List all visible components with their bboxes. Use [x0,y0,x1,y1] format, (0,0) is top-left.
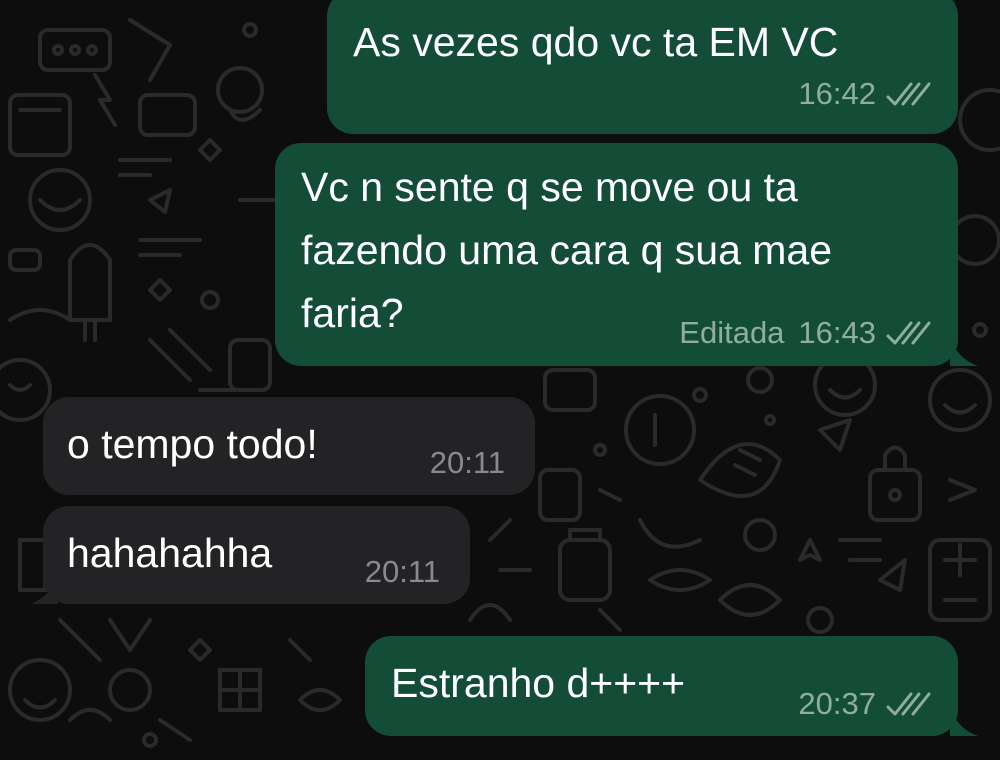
message-meta: 20:37 [798,686,932,722]
message-time: 20:11 [364,554,440,589]
message-time: 20:37 [798,686,876,721]
message-time: 16:42 [798,76,876,111]
message-text-line: fazendo uma cara q sua mae [301,227,833,273]
message-text-line: Vc n sente q se move ou ta [301,164,798,210]
message-meta: 20:11 [365,554,440,590]
chat-view[interactable]: As vezes qdo vc ta EM VC 16:42 Vc n sent… [0,0,1000,760]
message-bubble-outgoing[interactable]: As vezes qdo vc ta EM VC 16:42 [327,0,958,134]
bubble-tail [950,336,978,366]
edited-label: Editada [679,315,785,350]
message-text: o tempo todo! [67,421,318,467]
message-time: 16:43 [798,315,876,350]
message-meta: 16:42 [798,76,932,112]
message-bubble-incoming[interactable]: o tempo todo! 20:11 [43,397,535,495]
message-text: Estranho d++++ [391,660,686,706]
double-check-icon [886,321,931,345]
double-check-icon [886,692,931,716]
message-text: As vezes qdo vc ta EM VC [353,19,839,65]
double-check-icon [886,82,931,106]
message-meta: 20:11 [430,445,505,481]
message-bubble-outgoing[interactable]: Vc n sente q se move ou ta fazendo uma c… [275,143,958,366]
message-bubble-incoming[interactable]: hahahahha 20:11 [43,506,470,604]
message-time: 20:11 [429,445,505,480]
message-meta: Editada 16:43 [679,315,932,351]
message-text-line: faria? [301,290,404,336]
message-text: hahahahha [67,530,273,576]
bubble-tail [950,706,978,736]
message-bubble-outgoing[interactable]: Estranho d++++ 20:37 [365,636,958,736]
bubble-tail [30,574,58,604]
